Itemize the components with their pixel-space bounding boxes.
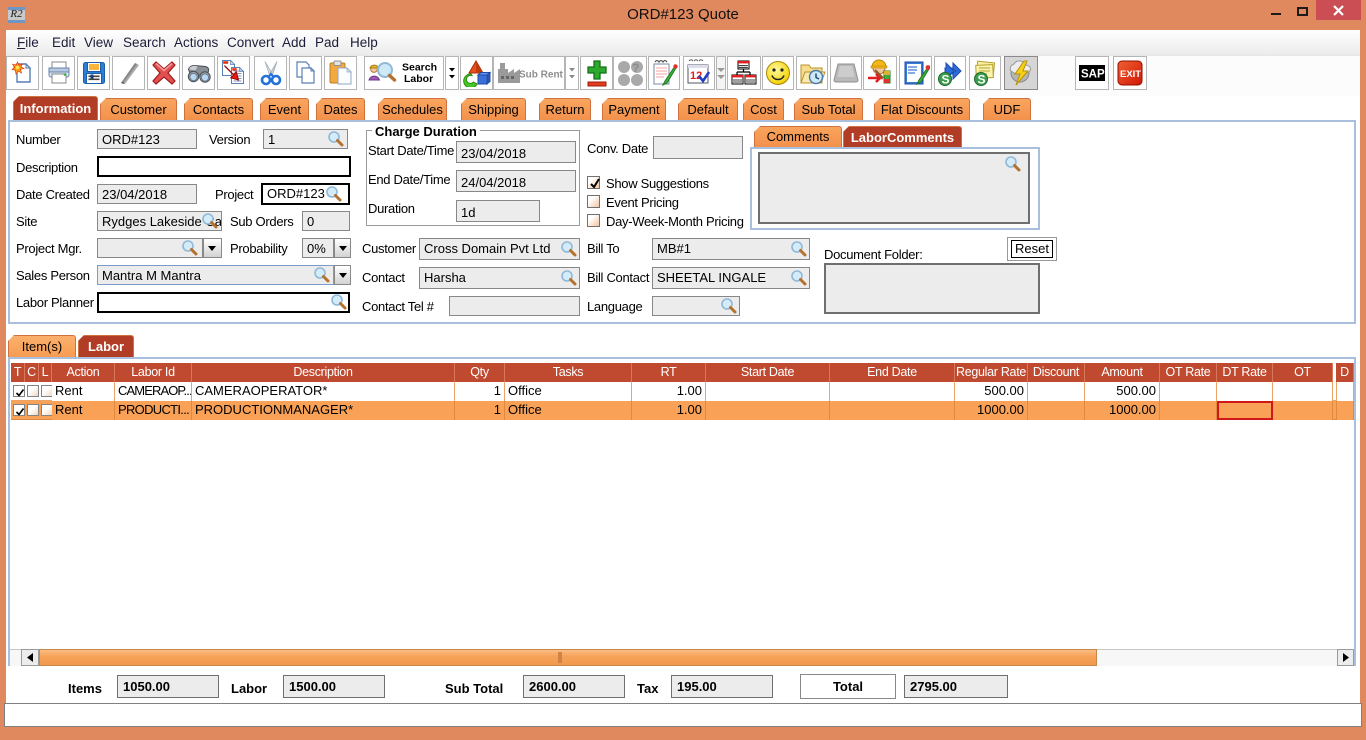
svg-text:SAP: SAP: [1081, 69, 1105, 81]
svg-text:Sub Rent: Sub Rent: [519, 70, 564, 81]
svg-text:Labor: Labor: [404, 73, 433, 85]
svg-text:Search: Search: [402, 62, 437, 74]
svg-text:EXIT: EXIT: [1120, 69, 1141, 80]
svg-text:?: ?: [632, 61, 639, 75]
svg-text:S: S: [978, 73, 986, 87]
svg-text:S: S: [942, 73, 950, 87]
